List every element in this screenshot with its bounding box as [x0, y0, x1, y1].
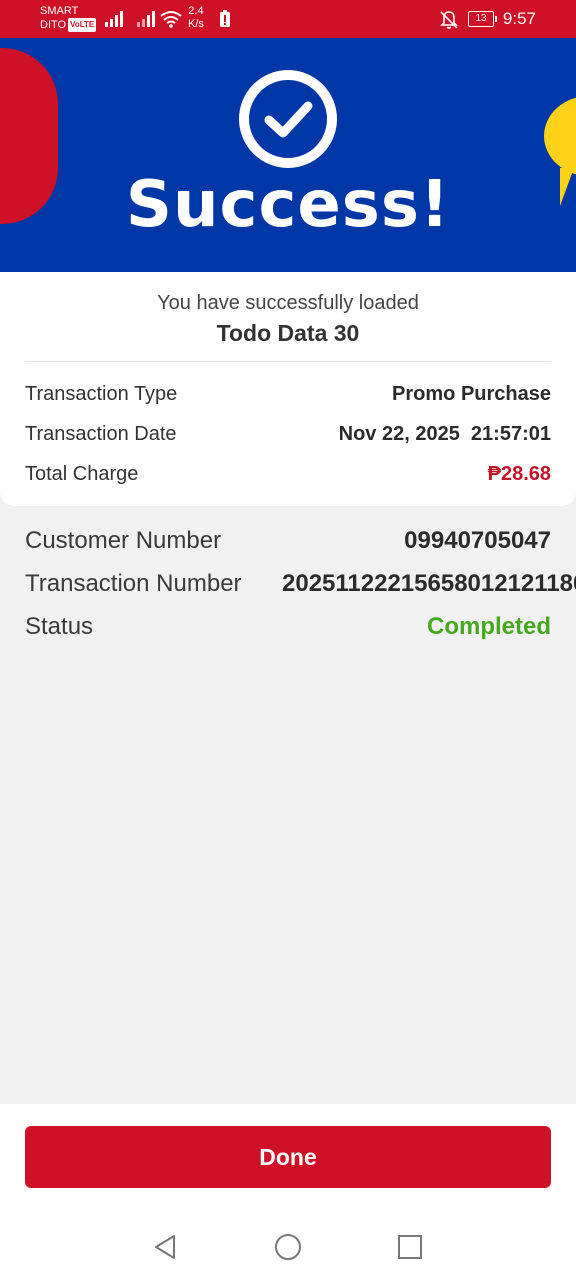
speed-value: 2.4: [188, 5, 204, 17]
transaction-date-value: Nov 22, 2025 21:57:01: [338, 423, 551, 445]
customer-number-label: Customer Number: [25, 527, 222, 554]
check-circle-icon: [239, 70, 337, 168]
system-nav-bar: [0, 1214, 576, 1280]
transaction-number-label: Transaction Number: [25, 570, 242, 597]
transaction-type-value: Promo Purchase: [392, 383, 551, 405]
carrier-info: SMART DITO VoLTE: [40, 4, 97, 33]
volte-badge: VoLTE: [68, 18, 97, 33]
customer-number-value: 09940705047: [404, 527, 551, 554]
carrier-line1: SMART: [40, 5, 79, 17]
summary-subtitle: You have successfully loaded: [157, 292, 419, 314]
done-button[interactable]: Done: [25, 1126, 551, 1188]
battery-alert-icon: [220, 10, 230, 27]
notifications-off-icon: [440, 11, 458, 29]
speed-unit: K/s: [188, 18, 204, 30]
status-bar: SMART DITO VoLTE 2.4 K/s 13 9:57: [0, 0, 576, 38]
row-transaction-number: Transaction Number 202511222156580121211…: [25, 570, 576, 604]
battery-indicator: 13: [468, 11, 497, 27]
status-value: Completed: [426, 613, 551, 640]
status-label: Status: [25, 613, 94, 640]
signal-icon-2: [137, 11, 155, 27]
back-icon[interactable]: [150, 1232, 180, 1262]
home-icon[interactable]: [273, 1232, 303, 1262]
product-name: Todo Data 30: [216, 320, 360, 346]
signal-icon: [105, 11, 123, 27]
decor-yellow-shape: [544, 96, 576, 176]
divider: [25, 361, 551, 362]
recents-icon[interactable]: [395, 1232, 425, 1262]
summary-card: You have successfully loaded Todo Data 3…: [0, 272, 576, 506]
success-title: Success!: [125, 168, 451, 242]
carrier-line2: DITO: [40, 19, 67, 31]
transaction-number-value: 20251122215658012121180: [282, 570, 576, 597]
footer: Done: [0, 1104, 576, 1214]
total-charge-label: Total Charge: [25, 463, 139, 485]
transaction-date-label: Transaction Date: [25, 423, 177, 445]
success-banner: Success!: [0, 38, 576, 272]
network-speed: 2.4 K/s: [188, 5, 204, 31]
wifi-icon: [160, 11, 182, 28]
clock: 9:57: [502, 9, 536, 28]
total-charge-value: ₱28.68: [487, 463, 551, 485]
transaction-type-label: Transaction Type: [25, 383, 178, 405]
